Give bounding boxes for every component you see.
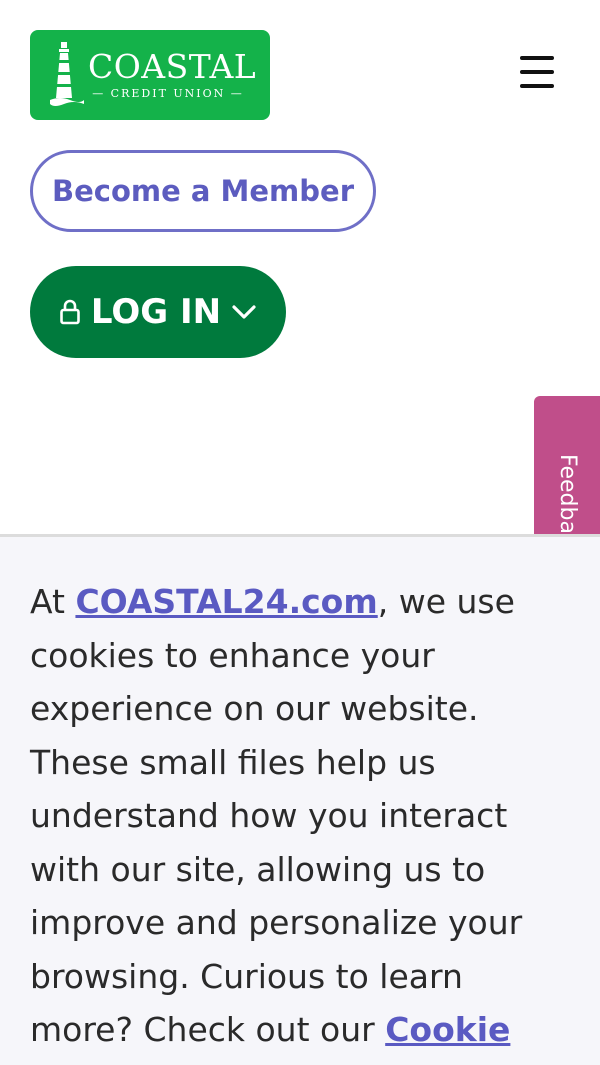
cookie-intro: At — [30, 582, 76, 621]
become-member-label: Become a Member — [51, 174, 354, 208]
login-label: LOG IN — [90, 292, 222, 332]
login-button[interactable]: LOG IN — [30, 266, 286, 358]
logo-brand-name: COASTAL — [88, 47, 257, 86]
lock-icon — [60, 299, 80, 325]
cookie-body: , we use cookies to enhance your experie… — [30, 582, 523, 1049]
hamburger-menu-icon[interactable] — [514, 52, 562, 92]
logo-tagline: — CREDIT UNION — — [92, 87, 244, 100]
cookie-banner: At COASTAL24.com, we use cookies to enha… — [0, 534, 600, 1065]
lighthouse-icon — [50, 42, 84, 106]
chevron-down-icon — [232, 305, 256, 319]
feedback-tab[interactable]: Feedback — [534, 396, 600, 534]
cookie-text: At COASTAL24.com, we use cookies to enha… — [30, 575, 560, 1057]
coastal24-link[interactable]: COASTAL24.com — [75, 582, 377, 621]
feedback-label: Feedback — [555, 454, 580, 534]
coastal-logo[interactable]: COASTAL — CREDIT UNION — — [30, 30, 270, 120]
cookie-policy-link[interactable]: Cookie — [385, 1010, 510, 1049]
become-member-button[interactable]: Become a Member — [30, 150, 376, 232]
